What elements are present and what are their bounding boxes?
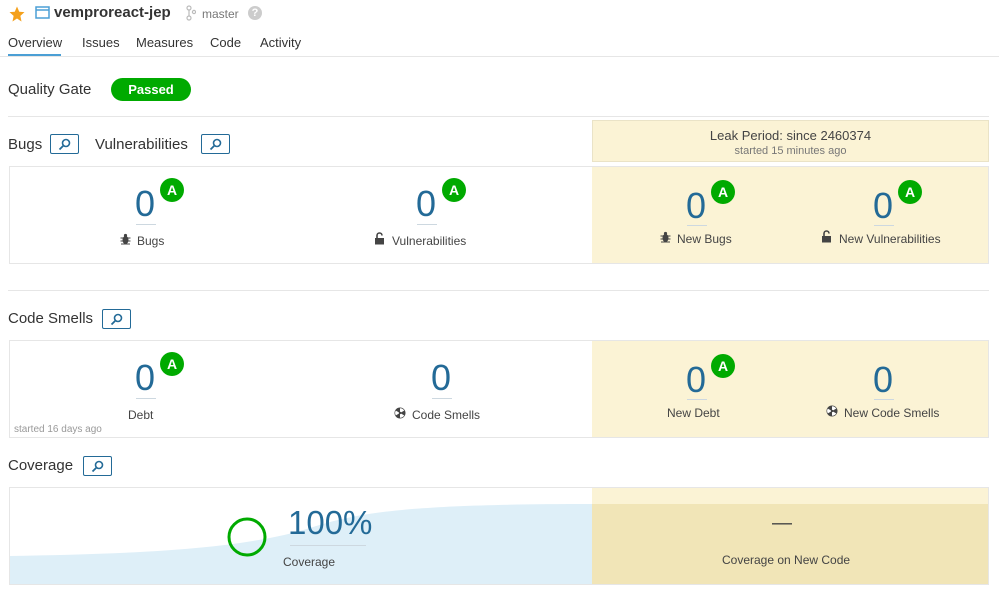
- bugs-label[interactable]: Bugs: [137, 234, 164, 248]
- leak-period-started: started 15 minutes ago: [734, 145, 847, 157]
- coverage-value[interactable]: 100%: [288, 506, 372, 539]
- new-code-smells-value[interactable]: 0: [873, 362, 893, 398]
- vulnerabilities-rating[interactable]: A: [442, 178, 466, 202]
- debt-label[interactable]: Debt: [128, 408, 153, 422]
- vulnerabilities-label[interactable]: Vulnerabilities: [392, 234, 466, 248]
- link-icon: [91, 460, 104, 473]
- value-underline: [290, 545, 366, 546]
- coverage-panel: [9, 487, 989, 585]
- debt-value[interactable]: 0: [135, 360, 155, 396]
- value-underline: [687, 399, 707, 400]
- bugs-value[interactable]: 0: [135, 186, 155, 222]
- code-smell-icon: [826, 405, 838, 417]
- divider: [8, 116, 989, 117]
- branch-name[interactable]: master: [202, 7, 239, 21]
- nav-divider: [0, 56, 999, 57]
- bug-icon: [120, 233, 131, 245]
- code-smells-label[interactable]: Code Smells: [412, 408, 480, 422]
- value-underline: [874, 399, 894, 400]
- link-icon: [110, 313, 123, 326]
- coverage-drilldown-button[interactable]: [83, 456, 112, 476]
- link-icon: [58, 138, 71, 151]
- new-vulnerabilities-value[interactable]: 0: [873, 188, 893, 224]
- bugs-rating[interactable]: A: [160, 178, 184, 202]
- code-smells-section-title: Code Smells: [8, 310, 94, 327]
- project-icon: [35, 6, 50, 19]
- bug-icon: [660, 231, 671, 243]
- new-vulnerabilities-rating[interactable]: A: [898, 180, 922, 204]
- coverage-section-title: Coverage: [8, 457, 74, 474]
- leak-period-header: Leak Period: since 2460374 started 15 mi…: [592, 120, 989, 162]
- bugs-vulnerabilities-panel: [9, 166, 989, 264]
- code-smells-value[interactable]: 0: [431, 360, 451, 396]
- vulnerabilities-section-title: Vulnerabilities: [95, 136, 188, 153]
- new-bugs-label[interactable]: New Bugs: [677, 232, 732, 246]
- value-underline: [687, 225, 707, 226]
- tab-issues[interactable]: Issues: [82, 35, 120, 50]
- code-smells-panel: [9, 340, 989, 438]
- leak-area: [592, 488, 988, 584]
- code-smell-icon: [394, 407, 406, 419]
- branch-icon: [186, 5, 196, 21]
- divider: [8, 290, 989, 291]
- new-debt-label[interactable]: New Debt: [667, 406, 720, 420]
- new-bugs-value[interactable]: 0: [686, 188, 706, 224]
- code-smells-drilldown-button[interactable]: [102, 309, 131, 329]
- tab-code[interactable]: Code: [210, 35, 241, 50]
- bugs-drilldown-button[interactable]: [50, 134, 79, 154]
- lock-icon: [822, 230, 831, 243]
- project-name[interactable]: vemproreact-jep: [54, 4, 171, 21]
- vulnerabilities-value[interactable]: 0: [416, 186, 436, 222]
- lock-icon: [375, 232, 384, 245]
- value-underline: [136, 398, 156, 399]
- debt-started: started 16 days ago: [14, 424, 102, 435]
- tab-overview[interactable]: Overview: [8, 35, 62, 50]
- leak-period-title: Leak Period: since 2460374: [709, 128, 872, 143]
- value-underline: [136, 224, 156, 225]
- new-code-coverage-value[interactable]: —: [772, 512, 792, 535]
- value-underline: [432, 398, 452, 399]
- coverage-label[interactable]: Coverage: [283, 555, 335, 569]
- value-underline: [874, 225, 894, 226]
- leak-area: [592, 167, 988, 263]
- value-underline: [417, 224, 437, 225]
- new-code-coverage-label[interactable]: Coverage on New Code: [722, 553, 850, 567]
- tab-measures[interactable]: Measures: [136, 35, 193, 50]
- vulnerabilities-drilldown-button[interactable]: [201, 134, 230, 154]
- debt-rating[interactable]: A: [160, 352, 184, 376]
- new-code-smells-label[interactable]: New Code Smells: [844, 406, 939, 420]
- bugs-section-title: Bugs: [8, 136, 43, 153]
- help-icon[interactable]: ?: [248, 6, 262, 20]
- new-vulnerabilities-label[interactable]: New Vulnerabilities: [839, 232, 941, 246]
- leak-area: [592, 341, 988, 437]
- new-debt-value[interactable]: 0: [686, 362, 706, 398]
- coverage-donut-chart: [227, 517, 267, 557]
- tab-activity[interactable]: Activity: [260, 35, 301, 50]
- new-bugs-rating[interactable]: A: [711, 180, 735, 204]
- quality-gate-status-badge: Passed: [111, 78, 191, 101]
- new-debt-rating[interactable]: A: [711, 354, 735, 378]
- link-icon: [209, 138, 222, 151]
- quality-gate-label: Quality Gate: [8, 81, 92, 98]
- favorite-star-icon[interactable]: [8, 5, 26, 23]
